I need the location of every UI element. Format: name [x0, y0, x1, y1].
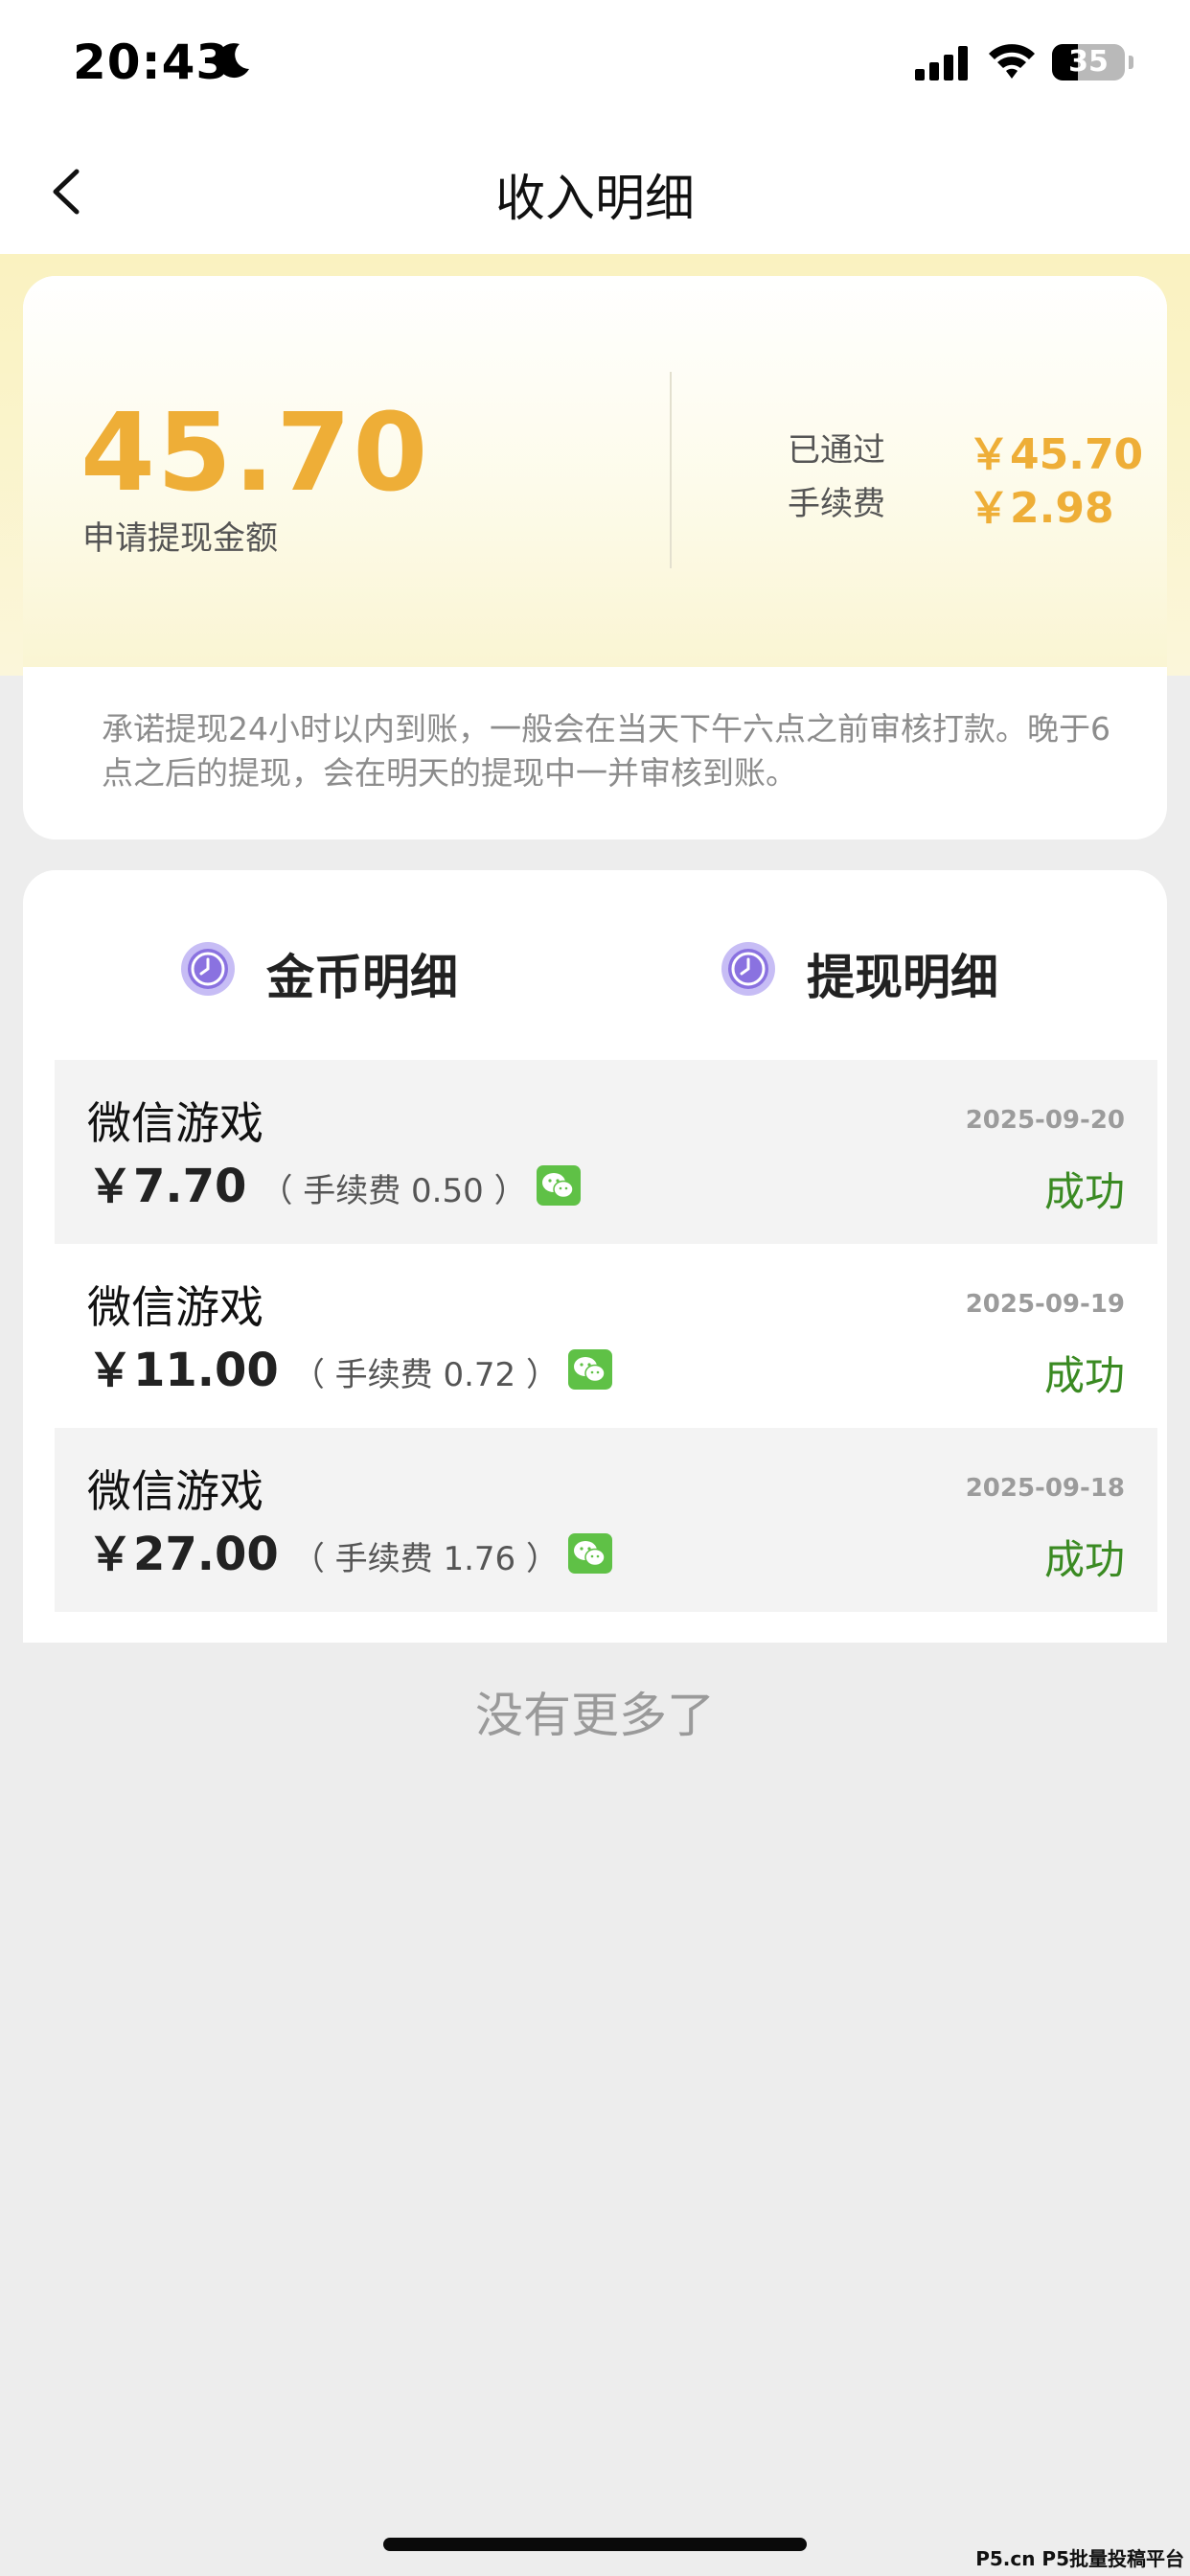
status-bar: 20:43 35 — [0, 0, 1190, 129]
wechat-icon — [567, 1533, 612, 1574]
clock-icon — [181, 942, 235, 996]
records-card: 金币明细 提现明细 微信游戏 ￥7.70 （ 手续费 0.50 ） 2025-09… — [23, 870, 1167, 1643]
record-amount: ￥27.00 — [87, 1528, 279, 1581]
nav-bar: 收入明细 — [0, 129, 1190, 254]
divider — [670, 372, 672, 568]
tab-label: 金币明细 — [266, 950, 458, 1005]
wifi-icon — [989, 44, 1035, 79]
withdraw-amount: 45.70 — [80, 391, 430, 516]
record-status: 成功 — [1043, 1352, 1125, 1399]
home-indicator[interactable] — [383, 2538, 807, 2551]
payout-notice: 承诺提现24小时以内到账，一般会在当天下午六点之前审核打款。晚于6点之后的提现，… — [102, 710, 1110, 792]
fee-value: ￥2.98 — [968, 484, 1114, 533]
record-title: 微信游戏 — [87, 1097, 263, 1149]
cellular-signal-icon — [915, 46, 968, 80]
record-status: 成功 — [1043, 1168, 1125, 1215]
battery-icon: 35 — [1052, 44, 1125, 80]
record-fee: （ 手续费 0.50 ） — [260, 1172, 527, 1210]
battery-percent: 35 — [1068, 45, 1109, 79]
record-title: 微信游戏 — [87, 1281, 263, 1333]
record-amount-line: ￥27.00 （ 手续费 1.76 ） — [87, 1516, 612, 1583]
watermark: P5.cn P5批量投稿平台 — [975, 2547, 1184, 2570]
list-item[interactable]: 微信游戏 ￥11.00 （ 手续费 0.72 ） 2025-09-19 成功 — [55, 1244, 1157, 1428]
record-amount: ￥11.00 — [87, 1344, 279, 1397]
clock-icon — [721, 942, 775, 996]
record-fee: （ 手续费 0.72 ） — [291, 1356, 559, 1394]
record-amount-line: ￥7.70 （ 手续费 0.50 ） — [87, 1148, 581, 1215]
record-title: 微信游戏 — [87, 1465, 263, 1517]
list-item[interactable]: 微信游戏 ￥7.70 （ 手续费 0.50 ） 2025-09-20 成功 — [55, 1060, 1157, 1244]
list-item[interactable]: 微信游戏 ￥27.00 （ 手续费 1.76 ） 2025-09-18 成功 — [55, 1428, 1157, 1612]
approved-value: ￥45.70 — [968, 430, 1144, 479]
wechat-icon — [567, 1349, 612, 1390]
record-amount: ￥7.70 — [87, 1160, 247, 1213]
record-date: 2025-09-19 — [965, 1290, 1125, 1319]
status-time: 20:43 — [73, 34, 231, 90]
battery-tip — [1129, 56, 1133, 69]
fee-label: 手续费 — [788, 485, 885, 523]
record-date: 2025-09-18 — [965, 1474, 1125, 1503]
no-more-text: 没有更多了 — [475, 1688, 715, 1743]
record-status: 成功 — [1043, 1536, 1125, 1583]
wechat-icon — [536, 1165, 581, 1206]
approved-label: 已通过 — [788, 431, 885, 470]
page-title: 收入明细 — [494, 171, 695, 228]
moon-icon — [217, 43, 249, 79]
summary-top: 45.70 申请提现金额 已通过 ￥45.70 手续费 ￥2.98 — [23, 276, 1167, 667]
record-amount-line: ￥11.00 （ 手续费 0.72 ） — [87, 1332, 612, 1399]
record-date: 2025-09-20 — [965, 1106, 1125, 1135]
summary-card: 45.70 申请提现金额 已通过 ￥45.70 手续费 ￥2.98 承诺提现24… — [23, 276, 1167, 840]
tab-label: 提现明细 — [807, 950, 998, 1005]
record-fee: （ 手续费 1.76 ） — [291, 1540, 559, 1578]
withdraw-amount-label: 申请提现金额 — [82, 519, 278, 558]
